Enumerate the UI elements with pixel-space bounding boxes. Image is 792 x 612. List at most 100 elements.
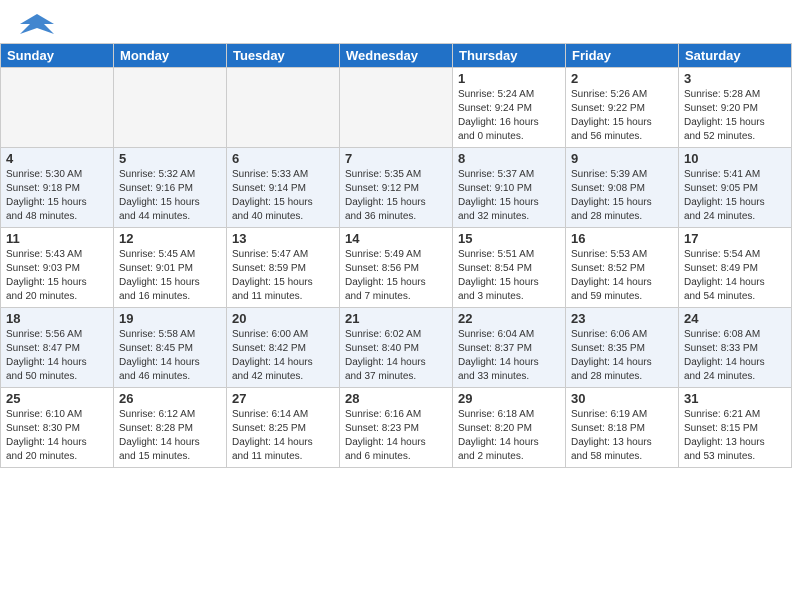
day-number: 24 xyxy=(684,311,786,326)
day-number: 14 xyxy=(345,231,447,246)
day-info: Sunrise: 5:51 AMSunset: 8:54 PMDaylight:… xyxy=(458,248,560,304)
day-number: 20 xyxy=(232,311,334,326)
calendar-week-row: 11 Sunrise: 5:43 AMSunset: 9:03 PMDayligh… xyxy=(1,228,792,308)
calendar-cell: 9 Sunrise: 5:39 AMSunset: 9:08 PMDaylight… xyxy=(566,148,679,228)
day-number: 5 xyxy=(119,151,221,166)
logo xyxy=(20,10,58,38)
calendar-cell: 28 Sunrise: 6:16 AMSunset: 8:23 PMDayligh… xyxy=(340,388,453,468)
day-number: 29 xyxy=(458,391,560,406)
day-number: 21 xyxy=(345,311,447,326)
day-info: Sunrise: 6:10 AMSunset: 8:30 PMDaylight:… xyxy=(6,408,108,464)
day-info: Sunrise: 6:08 AMSunset: 8:33 PMDaylight:… xyxy=(684,328,786,384)
calendar-cell: 7 Sunrise: 5:35 AMSunset: 9:12 PMDaylight… xyxy=(340,148,453,228)
day-info: Sunrise: 5:30 AMSunset: 9:18 PMDaylight:… xyxy=(6,168,108,224)
calendar-cell: 18 Sunrise: 5:56 AMSunset: 8:47 PMDayligh… xyxy=(1,308,114,388)
day-number: 12 xyxy=(119,231,221,246)
calendar-week-row: 1 Sunrise: 5:24 AMSunset: 9:24 PMDaylight… xyxy=(1,68,792,148)
day-info: Sunrise: 5:33 AMSunset: 9:14 PMDaylight:… xyxy=(232,168,334,224)
calendar-cell: 24 Sunrise: 6:08 AMSunset: 8:33 PMDayligh… xyxy=(679,308,792,388)
day-info: Sunrise: 6:00 AMSunset: 8:42 PMDaylight:… xyxy=(232,328,334,384)
calendar-header-thursday: Thursday xyxy=(453,44,566,68)
calendar-cell: 27 Sunrise: 6:14 AMSunset: 8:25 PMDayligh… xyxy=(227,388,340,468)
calendar-header-saturday: Saturday xyxy=(679,44,792,68)
calendar-cell: 19 Sunrise: 5:58 AMSunset: 8:45 PMDayligh… xyxy=(114,308,227,388)
calendar-cell: 11 Sunrise: 5:43 AMSunset: 9:03 PMDayligh… xyxy=(1,228,114,308)
day-info: Sunrise: 6:16 AMSunset: 8:23 PMDaylight:… xyxy=(345,408,447,464)
day-info: Sunrise: 6:19 AMSunset: 8:18 PMDaylight:… xyxy=(571,408,673,464)
day-number: 8 xyxy=(458,151,560,166)
calendar-header-tuesday: Tuesday xyxy=(227,44,340,68)
calendar-cell: 25 Sunrise: 6:10 AMSunset: 8:30 PMDayligh… xyxy=(1,388,114,468)
logo-bird-icon xyxy=(20,10,54,38)
day-info: Sunrise: 5:39 AMSunset: 9:08 PMDaylight:… xyxy=(571,168,673,224)
calendar-cell: 5 Sunrise: 5:32 AMSunset: 9:16 PMDaylight… xyxy=(114,148,227,228)
day-info: Sunrise: 6:21 AMSunset: 8:15 PMDaylight:… xyxy=(684,408,786,464)
day-number: 7 xyxy=(345,151,447,166)
calendar-cell: 15 Sunrise: 5:51 AMSunset: 8:54 PMDayligh… xyxy=(453,228,566,308)
day-info: Sunrise: 5:54 AMSunset: 8:49 PMDaylight:… xyxy=(684,248,786,304)
calendar-table: SundayMondayTuesdayWednesdayThursdayFrid… xyxy=(0,43,792,468)
calendar-cell: 2Sunrise: 5:26 AMSunset: 9:22 PMDaylight… xyxy=(566,68,679,148)
calendar-cell xyxy=(1,68,114,148)
calendar-cell: 30 Sunrise: 6:19 AMSunset: 8:18 PMDayligh… xyxy=(566,388,679,468)
calendar-cell: 29 Sunrise: 6:18 AMSunset: 8:20 PMDayligh… xyxy=(453,388,566,468)
day-info: Sunrise: 6:14 AMSunset: 8:25 PMDaylight:… xyxy=(232,408,334,464)
day-number: 16 xyxy=(571,231,673,246)
day-info: Sunrise: 6:18 AMSunset: 8:20 PMDaylight:… xyxy=(458,408,560,464)
day-info: Sunrise: 5:32 AMSunset: 9:16 PMDaylight:… xyxy=(119,168,221,224)
calendar-header-wednesday: Wednesday xyxy=(340,44,453,68)
calendar-cell: 26Sunrise: 6:12 AMSunset: 8:28 PMDayligh… xyxy=(114,388,227,468)
day-number: 22 xyxy=(458,311,560,326)
day-info: Sunrise: 5:45 AMSunset: 9:01 PMDaylight:… xyxy=(119,248,221,304)
page-header xyxy=(0,0,792,43)
day-info: Sunrise: 5:58 AMSunset: 8:45 PMDaylight:… xyxy=(119,328,221,384)
calendar-cell: 20 Sunrise: 6:00 AMSunset: 8:42 PMDayligh… xyxy=(227,308,340,388)
calendar-cell: 21Sunrise: 6:02 AMSunset: 8:40 PMDayligh… xyxy=(340,308,453,388)
day-info: Sunrise: 5:26 AMSunset: 9:22 PMDaylight:… xyxy=(571,88,673,144)
calendar-cell: 4 Sunrise: 5:30 AMSunset: 9:18 PMDaylight… xyxy=(1,148,114,228)
day-number: 19 xyxy=(119,311,221,326)
day-info: Sunrise: 5:43 AMSunset: 9:03 PMDaylight:… xyxy=(6,248,108,304)
day-number: 18 xyxy=(6,311,108,326)
day-info: Sunrise: 5:37 AMSunset: 9:10 PMDaylight:… xyxy=(458,168,560,224)
day-info: Sunrise: 5:56 AMSunset: 8:47 PMDaylight:… xyxy=(6,328,108,384)
day-info: Sunrise: 5:47 AMSunset: 8:59 PMDaylight:… xyxy=(232,248,334,304)
calendar-cell xyxy=(114,68,227,148)
day-number: 26 xyxy=(119,391,221,406)
day-number: 31 xyxy=(684,391,786,406)
day-info: Sunrise: 6:04 AMSunset: 8:37 PMDaylight:… xyxy=(458,328,560,384)
day-number: 10 xyxy=(684,151,786,166)
day-number: 27 xyxy=(232,391,334,406)
calendar-cell: 17 Sunrise: 5:54 AMSunset: 8:49 PMDayligh… xyxy=(679,228,792,308)
day-info: Sunrise: 5:35 AMSunset: 9:12 PMDaylight:… xyxy=(345,168,447,224)
calendar-header-row: SundayMondayTuesdayWednesdayThursdayFrid… xyxy=(1,44,792,68)
day-number: 3 xyxy=(684,71,786,86)
calendar-cell: 22 Sunrise: 6:04 AMSunset: 8:37 PMDayligh… xyxy=(453,308,566,388)
calendar-cell: 31 Sunrise: 6:21 AMSunset: 8:15 PMDayligh… xyxy=(679,388,792,468)
day-number: 15 xyxy=(458,231,560,246)
calendar-cell: 13Sunrise: 5:47 AMSunset: 8:59 PMDayligh… xyxy=(227,228,340,308)
day-number: 4 xyxy=(6,151,108,166)
calendar-cell xyxy=(227,68,340,148)
day-number: 28 xyxy=(345,391,447,406)
calendar-cell: 10Sunrise: 5:41 AMSunset: 9:05 PMDayligh… xyxy=(679,148,792,228)
calendar-cell: 3Sunrise: 5:28 AMSunset: 9:20 PMDaylight… xyxy=(679,68,792,148)
day-number: 17 xyxy=(684,231,786,246)
calendar-week-row: 4 Sunrise: 5:30 AMSunset: 9:18 PMDaylight… xyxy=(1,148,792,228)
day-number: 23 xyxy=(571,311,673,326)
calendar-week-row: 25 Sunrise: 6:10 AMSunset: 8:30 PMDayligh… xyxy=(1,388,792,468)
calendar-header-monday: Monday xyxy=(114,44,227,68)
calendar-cell: 16Sunrise: 5:53 AMSunset: 8:52 PMDayligh… xyxy=(566,228,679,308)
day-number: 30 xyxy=(571,391,673,406)
calendar-week-row: 18 Sunrise: 5:56 AMSunset: 8:47 PMDayligh… xyxy=(1,308,792,388)
calendar-header-sunday: Sunday xyxy=(1,44,114,68)
calendar-cell: 1 Sunrise: 5:24 AMSunset: 9:24 PMDaylight… xyxy=(453,68,566,148)
day-number: 11 xyxy=(6,231,108,246)
calendar-cell xyxy=(340,68,453,148)
day-number: 25 xyxy=(6,391,108,406)
day-info: Sunrise: 5:24 AMSunset: 9:24 PMDaylight:… xyxy=(458,88,560,144)
day-number: 9 xyxy=(571,151,673,166)
calendar-header-friday: Friday xyxy=(566,44,679,68)
calendar-cell: 8 Sunrise: 5:37 AMSunset: 9:10 PMDaylight… xyxy=(453,148,566,228)
day-number: 1 xyxy=(458,71,560,86)
